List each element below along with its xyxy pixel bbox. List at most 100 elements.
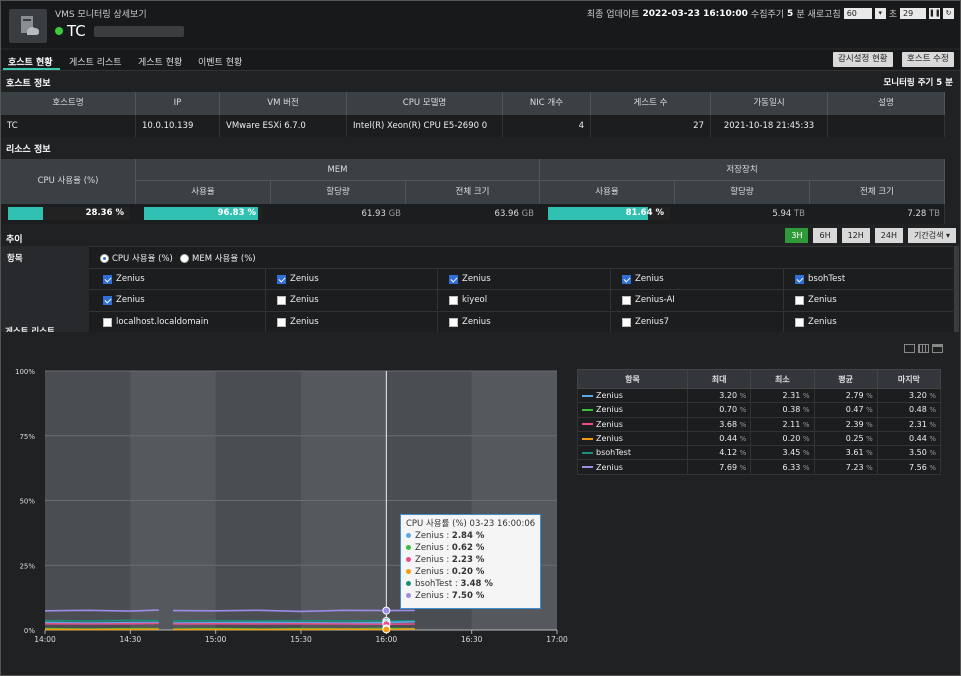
radio-cpu[interactable]: CPU 사용율 (%) (100, 252, 173, 264)
chevron-down-icon[interactable]: ▾ (874, 8, 886, 19)
guest-checkbox[interactable]: Zenius (103, 295, 145, 305)
edit-host-button[interactable]: 호스트 수정 (902, 52, 954, 67)
tab-host-status[interactable]: 호스트 현황 (8, 55, 53, 68)
grid-view-icon[interactable] (918, 344, 929, 353)
hover-point (382, 606, 391, 615)
mem-total-col: 전체 크기 (406, 181, 540, 204)
stats-col-header: 평균 (813, 369, 878, 389)
period-search-button[interactable]: 기간검색 ▾ (908, 228, 956, 243)
monitor-cycle-text: 모니터링 주기 5 분 (883, 78, 953, 88)
grid-divider (89, 268, 953, 269)
stats-row: bsohTest 4.12 % 3.45 % 3.61 % 3.50 % (577, 445, 942, 461)
guest-checkbox[interactable]: Zenius (449, 274, 491, 284)
host-cell: 2021-10-18 21:45:33 (711, 115, 828, 137)
host-col-header: NIC 개수 (503, 92, 591, 115)
y-tick-label: 0% (24, 627, 35, 635)
x-tick-label: 16:30 (461, 635, 483, 644)
grid-divider (265, 312, 266, 332)
tab-event-status[interactable]: 이벤트 현황 (198, 55, 242, 68)
tooltip-item: Zenius : 0.62 % (406, 542, 535, 554)
period-24h-button[interactable]: 24H (874, 228, 903, 243)
period-6h-button[interactable]: 6H (813, 228, 837, 243)
guest-checkbox[interactable]: bsohTest (795, 274, 845, 284)
cycle-value: 5 (787, 8, 794, 19)
grid-divider (89, 289, 953, 290)
host-col-header: 가동일시 (711, 92, 828, 115)
host-col-header: VM 버전 (220, 92, 347, 115)
y-tick-label: 25% (19, 562, 35, 570)
page-subtitle: VMS 모니터링 상세보기 (55, 10, 147, 20)
radio-mem[interactable]: MEM 사용율 (%) (180, 252, 256, 264)
grid-divider (610, 269, 611, 289)
grid-divider (437, 312, 438, 332)
guest-checkbox[interactable]: kiyeol (449, 295, 487, 305)
host-cell (828, 115, 945, 137)
stats-row: Zenius 3.68 % 2.11 % 2.39 % 2.31 % (577, 416, 942, 432)
guest-checkbox[interactable]: Zenius (622, 274, 664, 284)
period-12h-button[interactable]: 12H (841, 228, 870, 243)
cpu-usage-bar: 28.36 % (8, 207, 130, 220)
host-title: TC (55, 22, 184, 40)
guest-checkbox[interactable]: Zenius (277, 317, 319, 327)
series-swatch (582, 466, 593, 469)
grid-divider (610, 290, 611, 310)
guest-checkbox[interactable]: Zenius (795, 317, 837, 327)
stats-col-header: 항목 (577, 369, 688, 389)
guest-checkbox[interactable]: Zenius7 (622, 317, 669, 327)
grid-divider (783, 269, 784, 289)
grid-divider (265, 290, 266, 310)
y-tick-label: 50% (19, 498, 35, 506)
mem-usage-col: 사용율 (136, 181, 271, 204)
tab-guest-list[interactable]: 게스트 리스트 (69, 55, 122, 68)
guest-checkbox[interactable]: Zenius (277, 274, 319, 284)
last-update-value: 2022-03-23 16:10:00 (642, 8, 748, 19)
last-update-label: 최종 업데이트 (586, 10, 640, 20)
series-swatch (582, 423, 593, 426)
host-col-header: 게스트 수 (591, 92, 711, 115)
grid-divider (783, 290, 784, 310)
table-view-icon[interactable] (904, 344, 915, 353)
storage-total-value: 7.28 TB (907, 209, 940, 219)
header: VMS 모니터링 상세보기 TC 최종 업데이트 2022-03-23 16:1… (1, 1, 960, 48)
grid-divider (89, 311, 953, 312)
series-line (172, 628, 415, 631)
host-cell: 10.0.10.139 (136, 115, 220, 137)
storage-header: 저장장치 (540, 159, 945, 181)
guest-checkbox[interactable]: Zenius (277, 295, 319, 305)
tooltip-header: CPU 사용률 (%) 03-23 16:00:06 (406, 519, 536, 529)
monitor-settings-button[interactable]: 감시설정 현황 (833, 52, 893, 67)
x-tick-label: 16:00 (376, 635, 398, 644)
tooltip-item: Zenius : 2.84 % (406, 530, 535, 542)
period-3h-button[interactable]: 3H (785, 228, 809, 243)
print-icon[interactable] (932, 344, 943, 353)
pause-icon[interactable]: ❚❚ (929, 8, 941, 19)
guest-checkbox[interactable]: Zenius-AI (622, 295, 675, 305)
cycle-unit: 분 (796, 10, 805, 20)
tab-guest-status[interactable]: 게스트 현황 (138, 55, 182, 68)
guest-checkbox[interactable]: Zenius (449, 317, 491, 327)
tooltip-item: Zenius : 7.50 % (406, 590, 535, 602)
chart-tooltip: CPU 사용률 (%) 03-23 16:00:06 Zenius : 2.84… (400, 514, 541, 609)
guest-checkbox[interactable]: localhost.localdomain (103, 317, 209, 327)
host-col-header: 호스트명 (1, 92, 136, 115)
refresh-icon[interactable]: ↻ (943, 8, 954, 19)
stats-col-header: 최대 (686, 369, 752, 389)
host-cell: 27 (591, 115, 711, 137)
refresh-select[interactable]: 60 (843, 8, 872, 19)
grid-divider (437, 269, 438, 289)
grid-divider (610, 312, 611, 332)
filter-scrollbar[interactable] (954, 246, 959, 332)
grid-divider (265, 269, 266, 289)
storage-total-col: 전체 크기 (810, 181, 945, 204)
x-tick-label: 15:00 (205, 635, 227, 644)
resource-info-title: 리소스 정보 (6, 145, 51, 155)
storage-usage-col: 사용율 (540, 181, 675, 204)
y-tick-label: 75% (19, 433, 35, 441)
mem-header: MEM (136, 159, 540, 181)
stats-row: Zenius 7.69 % 6.33 % 7.23 % 7.56 % (577, 459, 942, 475)
guest-checkbox[interactable]: Zenius (795, 295, 837, 305)
guest-checkbox[interactable]: Zenius (103, 274, 145, 284)
stats-col-header: 마지막 (876, 369, 942, 389)
x-tick-label: 15:30 (290, 635, 312, 644)
cycle-label: 수집주기 (750, 10, 785, 20)
